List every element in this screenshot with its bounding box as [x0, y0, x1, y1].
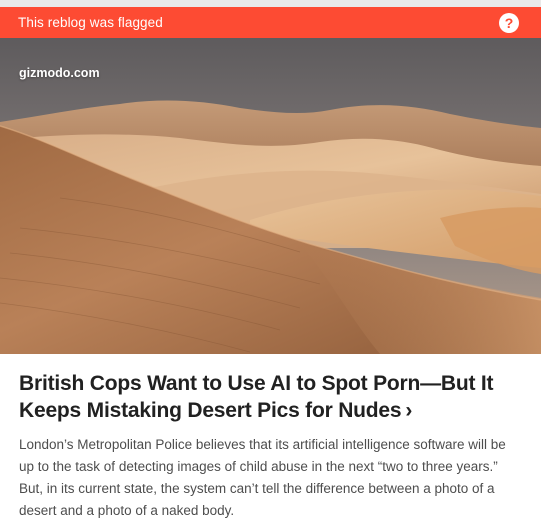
flagged-banner: This reblog was flagged ?: [0, 7, 541, 38]
reblog-card: This reblog was flagged ? gizmodo.com Br…: [0, 0, 541, 522]
article-title: British Cops Want to Use AI to Spot Porn…: [19, 372, 494, 422]
chevron-right-icon: ›: [405, 399, 413, 422]
article-excerpt: London’s Metropolitan Police believes th…: [19, 437, 506, 518]
source-domain-label: gizmodo.com: [19, 66, 100, 80]
top-divider: [0, 0, 541, 7]
article-title-link[interactable]: British Cops Want to Use AI to Spot Porn…: [19, 370, 524, 424]
desert-dunes-image: [0, 38, 541, 354]
article-hero-image[interactable]: [0, 38, 541, 354]
flagged-banner-text: This reblog was flagged: [18, 15, 163, 30]
question-mark-icon[interactable]: ?: [499, 13, 519, 33]
